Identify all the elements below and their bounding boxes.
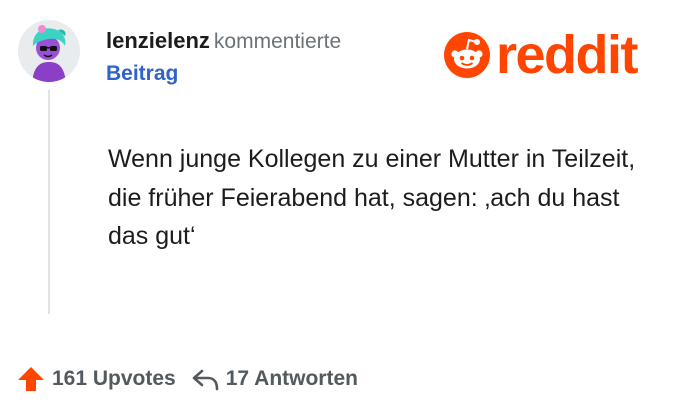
reply-arrow-icon	[192, 369, 219, 391]
reddit-snoo-icon	[444, 32, 490, 78]
comment-header: lenzielenz kommentierte Beitrag	[106, 26, 341, 89]
comment-action-label: kommentierte	[213, 30, 342, 53]
username[interactable]: lenzielenz	[106, 28, 210, 53]
reddit-wordmark: reddit	[496, 25, 639, 85]
reddit-logo: reddit	[444, 25, 639, 85]
comment-body: Wenn junge Kollegen zu einer Mutter in T…	[108, 145, 636, 250]
reply-button[interactable]: 17 Antworten	[190, 365, 358, 393]
thread-line	[48, 90, 50, 314]
comment-actions: 161 Upvotes 17 Antworten	[16, 362, 358, 396]
upvote-arrow-icon	[18, 367, 44, 391]
reply-count: 17 Antworten	[225, 367, 358, 390]
upvote-button[interactable]: 161 Upvotes	[16, 364, 176, 394]
upvote-count: 161 Upvotes	[52, 367, 176, 390]
avatar[interactable]	[18, 20, 80, 82]
avatar-illustration-icon	[18, 20, 80, 82]
post-link[interactable]: Beitrag	[106, 59, 341, 89]
